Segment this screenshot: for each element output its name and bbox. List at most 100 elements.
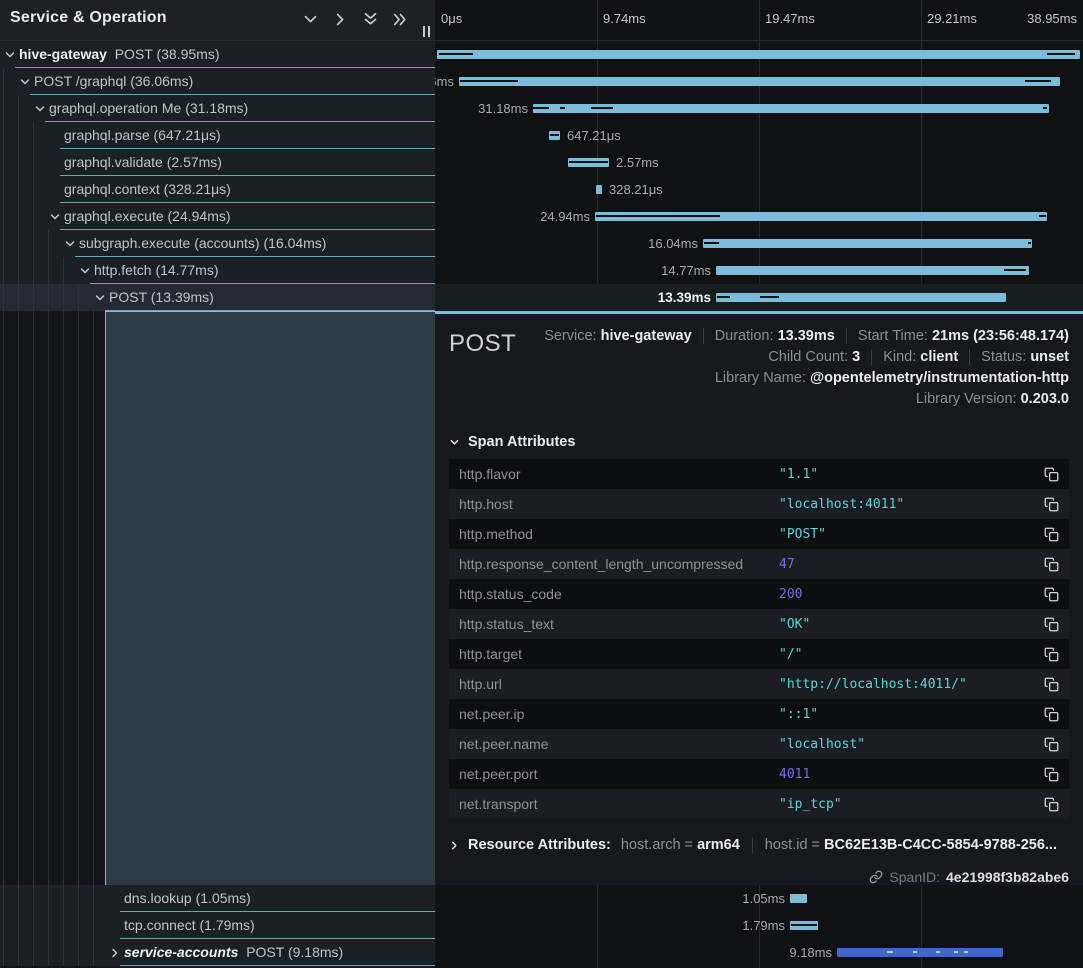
span-duration-bar[interactable] (437, 50, 1080, 59)
chevron-down-icon[interactable] (34, 103, 46, 115)
collapse-all-icon[interactable] (362, 11, 379, 28)
attribute-value: "ip_tcp" (779, 797, 842, 812)
span-tree-row[interactable]: graphql.validate (2.57ms) (0, 149, 435, 176)
copy-attribute-button[interactable] (1044, 647, 1059, 662)
span-tree-row[interactable]: graphql.context (328.21μs) (0, 176, 435, 203)
span-toggle[interactable] (49, 210, 61, 228)
span-duration-bar[interactable] (596, 185, 602, 194)
collapse-one-icon[interactable] (302, 11, 319, 28)
tree-header-title: Service & Operation (10, 9, 167, 27)
chevron-down-icon[interactable] (64, 238, 76, 250)
span-tree-row[interactable]: graphql.execute (24.94ms) (0, 203, 435, 230)
timeline-bar-row[interactable]: 2.57ms (435, 149, 1083, 176)
copy-attribute-button[interactable] (1044, 497, 1059, 512)
copy-attribute-button[interactable] (1044, 797, 1059, 812)
span-detail-expand-region (0, 311, 435, 885)
span-duration-label: 9.18ms (789, 939, 832, 966)
copy-attribute-button[interactable] (1044, 677, 1059, 692)
span-tree-row[interactable]: POST /graphql (36.06ms) (0, 68, 435, 95)
timeline-bar-row[interactable]: 13.39ms (435, 284, 1083, 311)
indent-guide (18, 149, 19, 176)
timeline-bar-row[interactable]: 38.95ms (435, 41, 1083, 68)
timeline-bar-row[interactable]: 1.79ms (435, 912, 1083, 939)
span-tree-row[interactable]: dns.lookup (1.05ms) (0, 885, 435, 912)
resource-attribute-pair: host.arch = arm64 (621, 837, 740, 853)
timeline-bar-row[interactable]: 1.05ms (435, 885, 1083, 912)
span-tree-rows-bottom: dns.lookup (1.05ms)tcp.connect (1.79ms)s… (0, 885, 435, 966)
timeline-bar-row[interactable]: 31.18ms (435, 95, 1083, 122)
link-icon[interactable] (869, 870, 883, 884)
span-label: graphql.execute (24.94ms) (64, 203, 231, 229)
column-resizer-handle[interactable] (423, 26, 430, 37)
indent-guide (18, 284, 19, 311)
span-duration-bar[interactable] (459, 77, 1060, 86)
expand-one-icon[interactable] (332, 11, 349, 28)
span-attributes-toggle[interactable]: Span Attributes (449, 434, 1069, 450)
span-duration-bar[interactable] (568, 158, 609, 167)
span-toggle[interactable] (19, 75, 31, 93)
timeline-bar-row[interactable]: 9.18ms (435, 939, 1083, 966)
span-tree-row[interactable]: service-accounts POST (9.18ms) (0, 939, 435, 966)
timeline-bar-row[interactable]: 14.77ms (435, 257, 1083, 284)
timeline-bar-row[interactable]: 36.06ms (435, 68, 1083, 95)
timeline-bar-row[interactable]: 24.94ms (435, 203, 1083, 230)
operation-name: graphql.parse (647.21μs) (64, 127, 221, 143)
chevron-down-icon[interactable] (19, 76, 31, 88)
span-toggle[interactable] (34, 102, 46, 120)
copy-attribute-button[interactable] (1044, 587, 1059, 602)
span-tree-row[interactable]: subgraph.execute (accounts) (16.04ms) (0, 230, 435, 257)
copy-attribute-button[interactable] (1044, 557, 1059, 572)
child-span-tick (550, 134, 559, 136)
expand-all-icon[interactable] (392, 11, 409, 28)
span-duration-bar[interactable] (549, 131, 560, 140)
span-tree-row[interactable]: hive-gateway POST (38.95ms) (0, 41, 435, 68)
span-duration-bar[interactable] (716, 293, 1006, 302)
span-toggle[interactable] (4, 48, 16, 66)
indent-guide (3, 885, 4, 912)
copy-attribute-button[interactable] (1044, 737, 1059, 752)
span-toggle[interactable] (64, 237, 76, 255)
span-duration-bar[interactable] (716, 266, 1029, 275)
span-duration-bar[interactable] (790, 921, 818, 930)
copy-icon (1044, 677, 1059, 692)
operation-name: POST (9.18ms) (246, 944, 343, 960)
copy-attribute-button[interactable] (1044, 527, 1059, 542)
copy-attribute-button[interactable] (1044, 467, 1059, 482)
operation-name: POST /graphql (36.06ms) (34, 73, 193, 89)
span-duration-bar[interactable] (533, 104, 1049, 113)
indent-guide (3, 95, 4, 122)
chevron-right-icon[interactable] (109, 947, 121, 959)
span-toggle[interactable] (109, 946, 121, 964)
span-tree-row[interactable]: tcp.connect (1.79ms) (0, 912, 435, 939)
span-tree-row[interactable]: graphql.parse (647.21μs) (0, 122, 435, 149)
timeline-bar-row[interactable]: 647.21μs (435, 122, 1083, 149)
span-tree-row[interactable]: http.fetch (14.77ms) (0, 257, 435, 284)
timeline-bar-row[interactable]: 328.21μs (435, 176, 1083, 203)
span-toggle[interactable] (94, 291, 106, 309)
chevron-down-icon[interactable] (4, 49, 16, 61)
span-meta-row: Library Name: @opentelemetry/instrumenta… (516, 370, 1069, 386)
indent-guide (3, 311, 4, 885)
indent-guide (3, 939, 4, 966)
resource-attributes-toggle[interactable]: Resource Attributes: host.arch = arm64ho… (449, 837, 1069, 853)
span-duration-bar[interactable] (837, 948, 1003, 957)
span-id-row: SpanID: 4e21998f3b82abe6 (449, 869, 1069, 885)
copy-attribute-button[interactable] (1044, 707, 1059, 722)
resource-attributes-pairs: host.arch = arm64host.id = BC62E13B-C4CC… (621, 837, 1057, 853)
span-detail-expand-slate (105, 311, 435, 885)
copy-attribute-button[interactable] (1044, 767, 1059, 782)
chevron-down-icon[interactable] (79, 265, 91, 277)
copy-attribute-button[interactable] (1044, 617, 1059, 632)
span-duration-bar[interactable] (595, 212, 1047, 221)
span-duration-bar[interactable] (703, 239, 1032, 248)
chevron-down-icon[interactable] (94, 292, 106, 304)
span-label: http.fetch (14.77ms) (94, 257, 219, 283)
timeline-bar-row[interactable]: 16.04ms (435, 230, 1083, 257)
attribute-value: "localhost" (779, 737, 865, 752)
span-tree-row[interactable]: POST (13.39ms) (0, 284, 435, 311)
span-meta-value: 3 (852, 349, 860, 365)
span-duration-bar[interactable] (790, 894, 807, 903)
span-tree-row[interactable]: graphql.operation Me (31.18ms) (0, 95, 435, 122)
span-toggle[interactable] (79, 264, 91, 282)
chevron-down-icon[interactable] (49, 211, 61, 223)
